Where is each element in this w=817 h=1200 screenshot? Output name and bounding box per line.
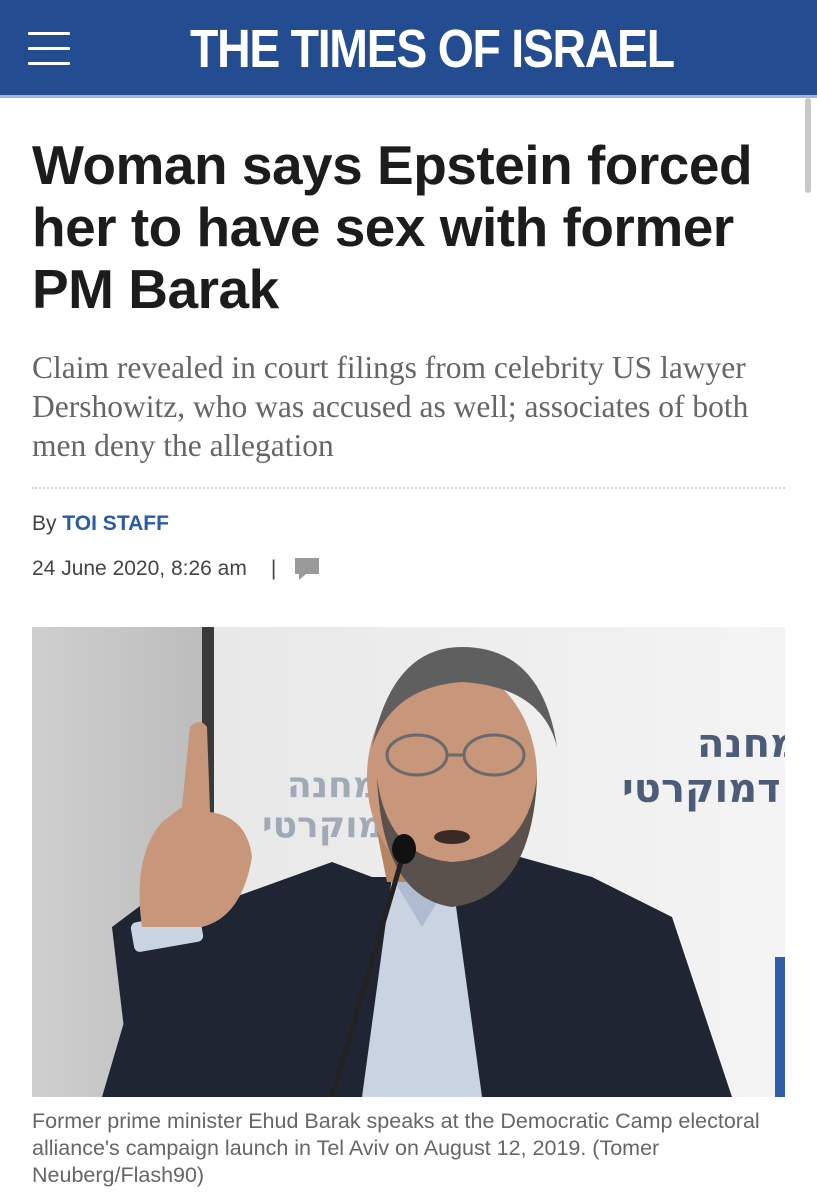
menu-bar-line: [28, 62, 70, 65]
banner-text-right-2: דמוקרטי: [622, 766, 781, 812]
menu-bar-line: [28, 47, 70, 50]
photo-caption: Former prime minister Ehud Barak speaks …: [32, 1109, 760, 1187]
banner-text-right: מחנה: [697, 721, 785, 767]
article-headline: Woman says Epstein forced her to have se…: [32, 134, 753, 320]
dateline: 24 June 2020, 8:26 am |: [32, 555, 320, 583]
byline-prefix: By: [32, 512, 57, 535]
menu-bar-line: [28, 32, 70, 35]
article-photo[interactable]: מחנה דמוקרטי מחנה דמוקרטי: [32, 627, 785, 1097]
meta-separator: |: [270, 557, 277, 580]
scrollbar-thumb[interactable]: [805, 98, 811, 193]
banner-text-left: מחנה: [287, 765, 379, 806]
byline: By TOI STAFF: [32, 510, 169, 538]
comment-bubble-icon[interactable]: [294, 557, 320, 581]
dotted-divider: [32, 487, 785, 489]
site-logo[interactable]: THE TIMES OF ISRAEL: [190, 18, 675, 80]
photo-illustration: מחנה דמוקרטי מחנה דמוקרטי: [32, 627, 785, 1097]
hamburger-menu-icon[interactable]: [28, 32, 72, 66]
publish-date: 24 June 2020, 8:26 am: [32, 557, 247, 580]
author-link[interactable]: TOI STAFF: [62, 512, 169, 535]
site-header: THE TIMES OF ISRAEL: [0, 0, 817, 98]
article-subheadline: Claim revealed in court filings from cel…: [32, 350, 749, 463]
